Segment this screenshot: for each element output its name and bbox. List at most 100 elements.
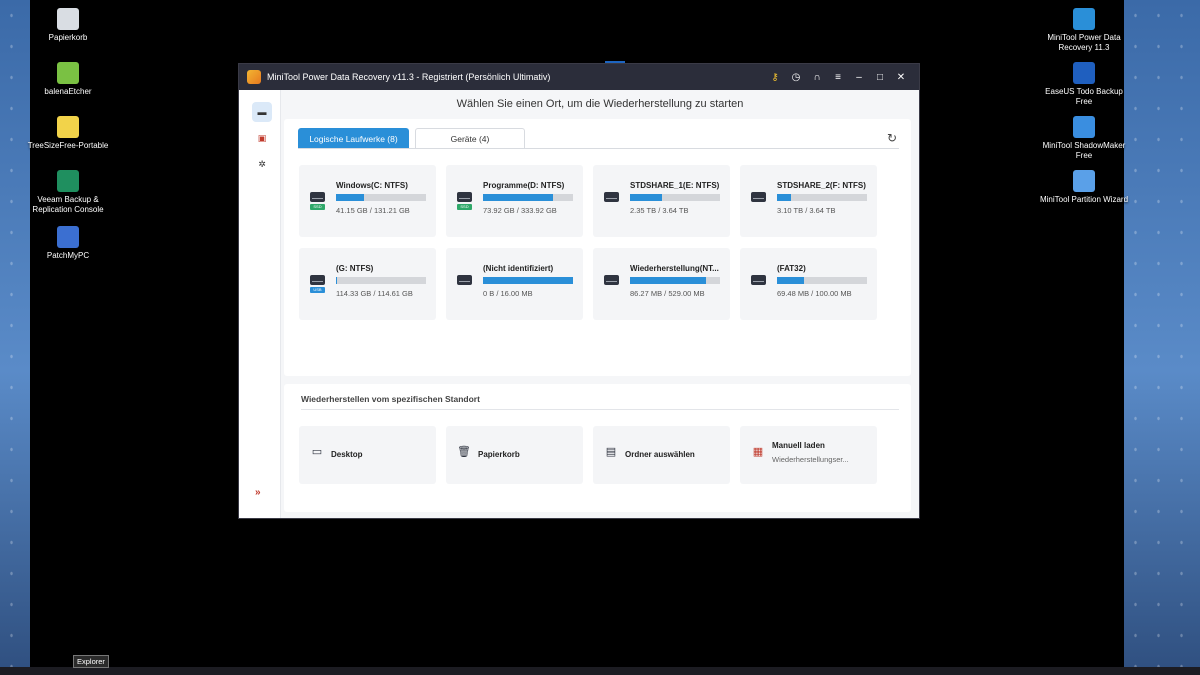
location-label: Desktop <box>331 450 363 459</box>
drive-usage-bar <box>483 277 573 284</box>
drive-card[interactable]: SSD Programme(D: NTFS) 73.92 GB / 333.92 G… <box>446 165 583 237</box>
desktop-shortcut[interactable]: PatchMyPC <box>23 226 113 261</box>
desktop-shortcut-label: MiniTool Partition Wizard <box>1039 195 1129 204</box>
desktop-shortcut[interactable]: MiniTool ShadowMaker Free <box>1039 116 1129 161</box>
desktop-shortcut[interactable]: Veeam Backup & Replication Console <box>23 170 113 215</box>
partition-wizard-icon <box>1073 170 1095 192</box>
location-card[interactable]: ▦ Manuell laden Wiederherstellungser... <box>740 426 877 484</box>
desktop-shortcut[interactable]: Papierkorb <box>23 8 113 43</box>
hard-drive-icon <box>751 275 766 285</box>
drive-usage-fill <box>630 194 662 201</box>
drive-size: 3.10 TB / 3.64 TB <box>777 206 836 215</box>
drive-usage-fill <box>777 277 804 284</box>
taskbar <box>0 667 1200 675</box>
drive-usage-bar <box>336 277 426 284</box>
desktop-shortcut-label: balenaEtcher <box>44 87 92 96</box>
drive-usage-bar <box>777 277 867 284</box>
close-icon[interactable]: ✕ <box>891 67 911 87</box>
desktop-shortcut-label: Veeam Backup & Replication Console <box>32 195 104 214</box>
recycle-bin-icon <box>57 8 79 30</box>
drive-card[interactable]: SSD Windows(C: NTFS) 41.15 GB / 131.21 GB <box>299 165 436 237</box>
desktop-shortcut-label: EaseUS Todo Backup Free <box>1045 87 1123 106</box>
desktop-shortcut-label: Papierkorb <box>48 33 88 42</box>
headset-icon[interactable]: ∩ <box>807 67 827 87</box>
drive-card[interactable]: (FAT32) 69.48 MB / 100.00 MB <box>740 248 877 320</box>
drive-usage-fill <box>336 194 364 201</box>
title-bar[interactable]: MiniTool Power Data Recovery v11.3 - Reg… <box>239 64 919 90</box>
drive-usage-bar <box>777 194 867 201</box>
page-title: Wählen Sie einen Ort, um die Wiederherst… <box>456 98 744 110</box>
clock-icon[interactable]: ◷ <box>786 67 806 87</box>
patchmypc-icon <box>57 226 79 248</box>
drive-usage-bar <box>483 194 573 201</box>
drive-name: Wiederherstellung(NT... <box>630 264 719 273</box>
wallpaper-left <box>0 0 30 675</box>
desktop-shortcut[interactable]: MiniTool Power Data Recovery 11.3 <box>1039 8 1129 53</box>
expand-sidebar-icon[interactable]: » <box>255 487 261 498</box>
drive-usage-bar <box>630 277 720 284</box>
location-label: Papierkorb <box>478 450 520 459</box>
drive-usage-bar <box>336 194 426 201</box>
tab-devices[interactable]: Geräte (4) <box>415 128 525 148</box>
drive-usage-bar <box>630 194 720 201</box>
location-card[interactable]: ▤ Ordner auswählen <box>593 426 730 484</box>
drives-panel: Logische Laufwerke (8) Geräte (4) ↻ SSD W… <box>284 119 911 376</box>
minimize-icon[interactable]: – <box>849 67 869 87</box>
drive-type-badge: USB <box>310 287 325 293</box>
desktop-shortcut[interactable]: MiniTool Partition Wizard <box>1039 170 1129 205</box>
hard-drive-icon <box>457 192 472 202</box>
location-subtitle: Wiederherstellungser... <box>772 455 849 464</box>
key-icon[interactable]: ⚷ <box>765 67 785 87</box>
drive-name: STDSHARE_2(F: NTFS) <box>777 181 866 190</box>
location-label: Ordner auswählen <box>625 450 695 459</box>
drive-card[interactable]: Wiederherstellung(NT... 86.27 MB / 529.00… <box>593 248 730 320</box>
menu-icon[interactable]: ≡ <box>828 67 848 87</box>
desktop-shortcut-label: MiniTool ShadowMaker Free <box>1042 141 1126 160</box>
drive-size: 2.35 TB / 3.64 TB <box>630 206 689 215</box>
refresh-icon[interactable]: ↻ <box>887 131 897 145</box>
drive-type-badge: SSD <box>457 204 472 210</box>
desktop-shortcut[interactable]: TreeSizeFree-Portable <box>23 116 113 151</box>
easeus-icon <box>1073 62 1095 84</box>
hard-drive-icon <box>751 192 766 202</box>
desktop-shortcut[interactable]: balenaEtcher <box>23 62 113 97</box>
settings-gear-icon[interactable]: ✲ <box>252 154 272 174</box>
wallpaper-right <box>1124 0 1200 675</box>
treesize-icon <box>57 116 79 138</box>
drive-card[interactable]: STDSHARE_1(E: NTFS) 2.35 TB / 3.64 TB <box>593 165 730 237</box>
drive-name: Programme(D: NTFS) <box>483 181 565 190</box>
drive-name: (G: NTFS) <box>336 264 374 273</box>
drive-card[interactable]: USB (G: NTFS) 114.33 GB / 114.61 GB <box>299 248 436 320</box>
window-title: MiniTool Power Data Recovery v11.3 - Reg… <box>267 72 551 82</box>
drive-size: 86.27 MB / 529.00 MB <box>630 289 705 298</box>
sidebar: ▬ ▣ ✲ » <box>239 90 281 518</box>
minitool-pdr-icon <box>1073 8 1095 30</box>
drive-size: 0 B / 16.00 MB <box>483 289 533 298</box>
hard-drive-icon <box>457 275 472 285</box>
tools-nav-icon[interactable]: ▣ <box>252 128 272 148</box>
drive-usage-fill <box>777 194 791 201</box>
location-card[interactable]: ▭ Desktop <box>299 426 436 484</box>
drive-card[interactable]: (Nicht identifiziert) 0 B / 16.00 MB <box>446 248 583 320</box>
drive-name: STDSHARE_1(E: NTFS) <box>630 181 720 190</box>
drive-name: (FAT32) <box>777 264 806 273</box>
locations-panel: Wiederherstellen vom spezifischen Stando… <box>284 384 911 512</box>
tab-logical-drives[interactable]: Logische Laufwerke (8) <box>298 128 409 148</box>
location-card[interactable]: 🗑 Papierkorb <box>446 426 583 484</box>
taskbar-tooltip: Explorer <box>73 655 109 668</box>
folder-icon: ▤ <box>605 446 617 458</box>
veeam-icon <box>57 170 79 192</box>
drive-size: 73.92 GB / 333.92 GB <box>483 206 557 215</box>
app-icon <box>247 70 261 84</box>
drive-name: (Nicht identifiziert) <box>483 264 554 273</box>
maximize-icon[interactable]: □ <box>870 67 890 87</box>
shadowmaker-icon <box>1073 116 1095 138</box>
hard-drive-icon <box>604 275 619 285</box>
minitool-window: MiniTool Power Data Recovery v11.3 - Reg… <box>238 63 920 519</box>
drive-usage-fill <box>630 277 706 284</box>
drive-card[interactable]: STDSHARE_2(F: NTFS) 3.10 TB / 3.64 TB <box>740 165 877 237</box>
drive-usage-fill <box>483 277 573 284</box>
recovery-nav-icon[interactable]: ▬ <box>252 102 272 122</box>
desktop-shortcut-label: PatchMyPC <box>46 251 90 260</box>
desktop-shortcut[interactable]: EaseUS Todo Backup Free <box>1039 62 1129 107</box>
